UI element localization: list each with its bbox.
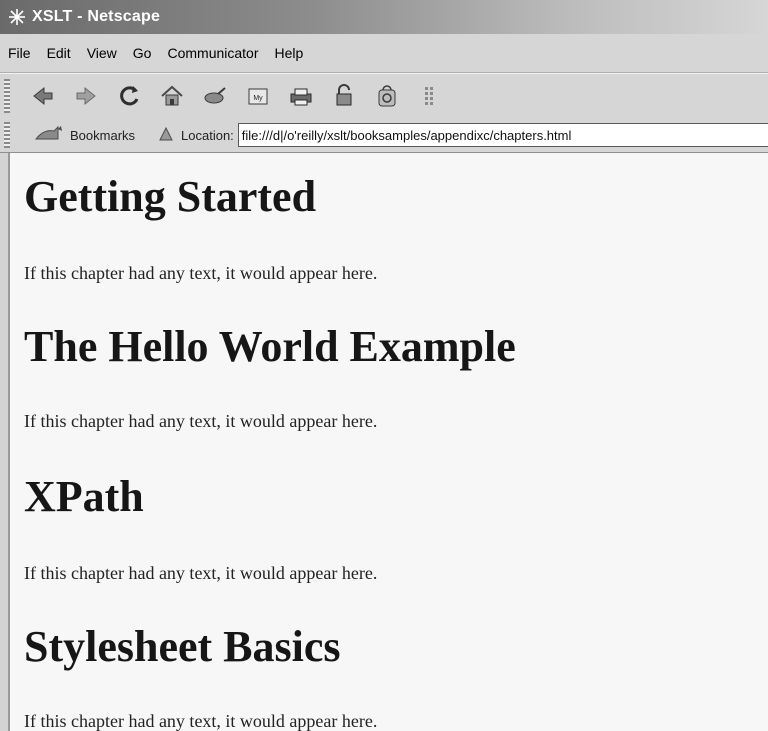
bookmarks-icon	[34, 125, 64, 146]
bookmarks-label: Bookmarks	[70, 127, 136, 143]
location-icon	[157, 125, 175, 146]
chapter-text: If this chapter had any text, it would a…	[24, 263, 378, 283]
location-label: Location:	[181, 127, 234, 143]
print-icon[interactable]	[286, 81, 316, 111]
bookmarks-button[interactable]: Bookmarks	[34, 125, 135, 146]
chapter-heading: Stylesheet Basics	[24, 622, 341, 671]
menu-communicator[interactable]: Communicator	[159, 45, 266, 61]
search-icon[interactable]	[200, 81, 230, 111]
forward-icon[interactable]	[71, 81, 101, 111]
menu-file[interactable]: File	[0, 45, 39, 61]
chapter-heading: Getting Started	[24, 172, 317, 221]
netscape-icon	[6, 6, 28, 28]
page-content: Getting Started If this chapter had any …	[8, 153, 768, 731]
toolbar-grip[interactable]	[4, 79, 10, 113]
stop-icon[interactable]	[415, 81, 445, 111]
chapter-heading: XPath	[24, 472, 144, 521]
reload-icon[interactable]	[114, 81, 144, 111]
home-icon[interactable]	[157, 81, 187, 111]
location-toolbar: Bookmarks Location: file:///d|/o'reilly/…	[0, 118, 768, 153]
menu-edit[interactable]: Edit	[39, 45, 79, 61]
location-label-group: Location:	[157, 125, 234, 146]
location-toolbar-grip[interactable]	[4, 122, 10, 148]
menu-view[interactable]: View	[79, 45, 125, 61]
navigation-toolbar: My	[0, 73, 768, 119]
browser-window: XSLT - Netscape File Edit View Go Commun…	[0, 0, 768, 731]
chapter-text: If this chapter had any text, it would a…	[24, 563, 378, 583]
security-icon[interactable]	[329, 81, 359, 111]
title-bar: XSLT - Netscape	[0, 0, 768, 34]
svg-text:My: My	[253, 95, 263, 102]
shop-icon[interactable]	[372, 81, 402, 111]
location-url-input[interactable]: file:///d|/o'reilly/xslt/booksamples/app…	[237, 123, 768, 147]
chapter-heading: The Hello World Example	[24, 322, 516, 371]
my-netscape-icon[interactable]: My	[243, 81, 273, 111]
back-icon[interactable]	[28, 81, 58, 111]
menu-help[interactable]: Help	[267, 45, 312, 61]
menu-go[interactable]: Go	[125, 45, 160, 61]
window-title: XSLT - Netscape	[32, 8, 161, 25]
chapter-text: If this chapter had any text, it would a…	[24, 411, 378, 431]
menu-bar: File Edit View Go Communicator Help	[0, 34, 768, 73]
chapter-text: If this chapter had any text, it would a…	[24, 711, 378, 731]
